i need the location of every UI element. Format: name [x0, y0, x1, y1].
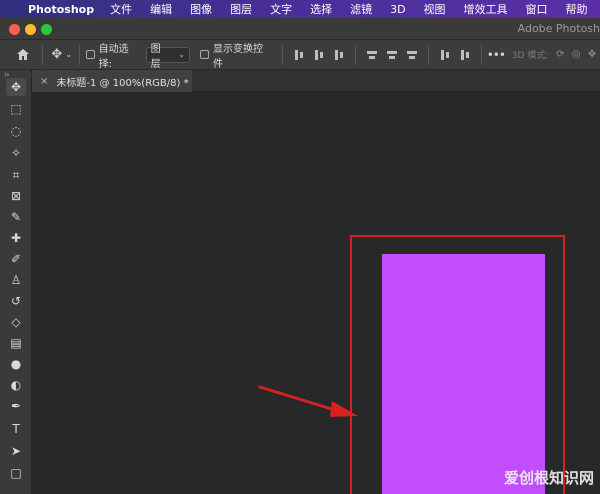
document-tab-title: 未标题-1 @ 100%(RGB/8) * — [56, 77, 189, 89]
roll-3d-icon[interactable]: ◎ — [568, 47, 584, 63]
healing-brush-tool-icon[interactable]: ✚ — [6, 229, 26, 247]
lasso-tool-icon[interactable]: ◌ — [6, 122, 26, 140]
more-options-icon[interactable]: ••• — [487, 47, 506, 63]
align-right-icon[interactable] — [334, 49, 344, 60]
menu-select[interactable]: 选择 — [310, 1, 332, 17]
3d-mode-label: 3D 模式: — [511, 51, 549, 61]
menu-file[interactable]: 文件 — [110, 1, 132, 17]
window-title-bar: Adobe Photosh — [0, 18, 600, 40]
dodge-tool-icon[interactable]: ◐ — [6, 376, 26, 394]
align-bottom-icon[interactable] — [407, 50, 417, 60]
move-tool-icon[interactable]: ✥ — [6, 78, 26, 96]
minimize-window-button[interactable] — [25, 24, 36, 35]
align-vertical-center-icon[interactable] — [387, 50, 398, 60]
show-transform-label: 显示变换控件 — [212, 43, 263, 70]
close-tab-icon[interactable]: × — [40, 76, 48, 87]
divider — [355, 44, 357, 65]
crop-tool-icon[interactable]: ⌗ — [6, 166, 26, 184]
chevron-down-icon: ⌄ — [178, 50, 186, 59]
pen-tool-icon[interactable]: ✒ — [6, 397, 26, 415]
align-top-icon[interactable] — [367, 50, 378, 60]
menu-edit[interactable]: 编辑 — [150, 1, 172, 17]
mac-menu-bar: Photoshop 文件 编辑 图像 图层 文字 选择 滤镜 3D 视图 增效工… — [0, 0, 600, 18]
gradient-tool-icon[interactable]: ▤ — [6, 334, 26, 352]
rectangle-tool-icon[interactable]: □ — [6, 464, 26, 482]
auto-select-checkbox[interactable] — [85, 50, 95, 59]
menu-image[interactable]: 图像 — [190, 1, 212, 17]
move-tool-icon[interactable]: ✥ — [49, 47, 65, 63]
orbit-3d-icon[interactable]: ⟳ — [552, 47, 568, 63]
distribute-vertical-icon[interactable] — [460, 49, 470, 60]
menu-view[interactable]: 视图 — [424, 1, 446, 17]
watermark: 爱创根知识网 — [503, 469, 594, 487]
menu-plugins[interactable]: 增效工具 — [464, 1, 508, 17]
blur-tool-icon[interactable]: ● — [6, 355, 26, 373]
canvas-area[interactable] — [33, 93, 600, 494]
menu-app-photoshop[interactable]: Photoshop — [28, 3, 94, 16]
menu-type[interactable]: 文字 — [270, 1, 292, 17]
eraser-tool-icon[interactable]: ◇ — [6, 313, 26, 331]
close-window-button[interactable] — [9, 24, 20, 35]
show-transform-checkbox[interactable] — [200, 50, 209, 59]
align-left-icon[interactable] — [294, 49, 304, 60]
history-brush-tool-icon[interactable]: ↺ — [6, 292, 26, 310]
brush-tool-icon[interactable]: ✐ — [6, 250, 26, 268]
chevron-down-icon[interactable]: ⌄ — [65, 47, 73, 63]
eyedropper-tool-icon[interactable]: ✎ — [6, 208, 26, 226]
divider — [41, 44, 43, 65]
auto-select-label: 自动选择: — [98, 43, 129, 70]
menu-layer[interactable]: 图层 — [230, 1, 252, 17]
home-icon[interactable] — [14, 47, 32, 63]
distribute-horizontal-icon[interactable] — [440, 49, 450, 60]
divider — [480, 44, 482, 65]
menu-help[interactable]: 帮助 — [566, 1, 588, 17]
magic-wand-tool-icon[interactable]: ✧ — [6, 144, 26, 162]
menu-filter[interactable]: 滤镜 — [350, 1, 372, 17]
type-tool-icon[interactable]: T — [6, 420, 26, 438]
menu-3d[interactable]: 3D — [390, 3, 405, 16]
menu-window[interactable]: 窗口 — [526, 1, 548, 17]
document-tab[interactable]: × 未标题-1 @ 100%(RGB/8) * — [32, 70, 192, 92]
divider — [282, 44, 284, 65]
zoom-window-button[interactable] — [41, 24, 52, 35]
align-horizontal-center-icon[interactable] — [314, 49, 324, 60]
clone-stamp-tool-icon[interactable]: ♙ — [6, 271, 26, 289]
highlight-box — [350, 235, 565, 494]
tools-panel: ›› ✥ ⬚ ◌ ✧ ⌗ ⊠ ✎ ✚ ✐ ♙ ↺ ◇ ▤ ● ◐ ✒ T ➤ □ — [0, 70, 32, 494]
options-bar: ✥ ⌄ 自动选择: 图层 ⌄ 显示变换控件 ••• 3D 模式: ⟳ ◎ ✥ — [0, 40, 600, 70]
auto-select-value: 图层 — [150, 43, 161, 70]
auto-select-dropdown[interactable]: 图层 ⌄ — [145, 44, 191, 70]
pan-3d-icon[interactable]: ✥ — [584, 47, 600, 63]
rect-marquee-tool-icon[interactable]: ⬚ — [6, 100, 26, 118]
path-selection-tool-icon[interactable]: ➤ — [6, 442, 26, 460]
frame-tool-icon[interactable]: ⊠ — [6, 187, 26, 205]
document-tab-bar: × 未标题-1 @ 100%(RGB/8) * — [32, 70, 600, 92]
divider — [78, 44, 80, 65]
window-title: Adobe Photosh — [517, 22, 600, 35]
divider — [427, 44, 429, 65]
annotation-arrow-icon — [258, 385, 358, 417]
